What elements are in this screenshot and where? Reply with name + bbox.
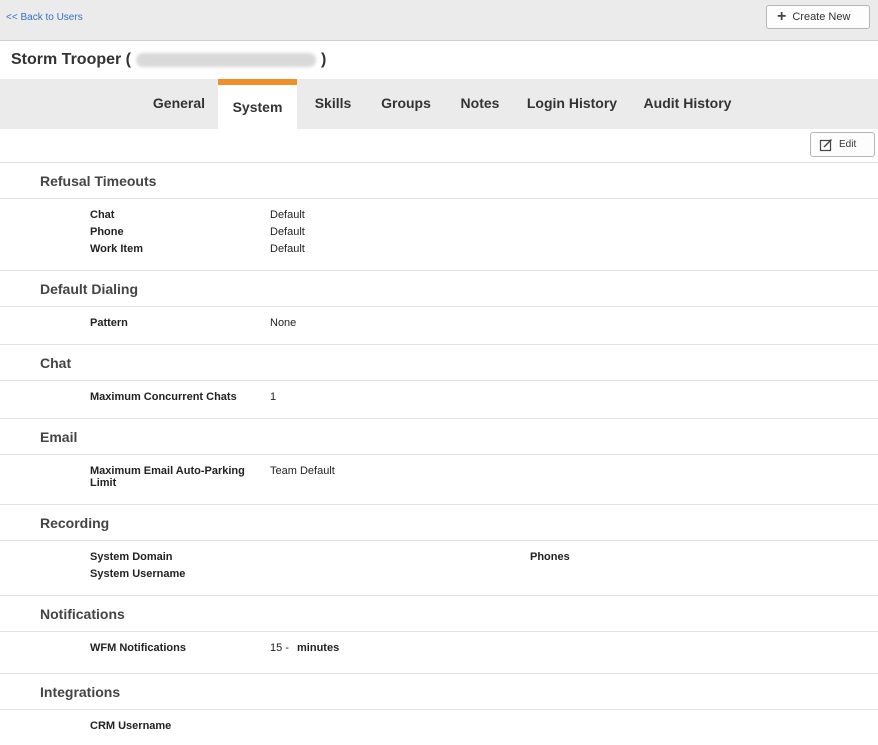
field-label: Work Item	[90, 243, 143, 255]
refusal-timeouts-body: Chat Default Phone Default Work Item Def…	[0, 199, 878, 271]
edit-label: Edit	[839, 139, 857, 150]
create-new-button[interactable]: + Create New	[766, 5, 870, 29]
edit-icon	[819, 138, 832, 151]
content-toolbar: Edit	[0, 129, 878, 163]
field-label: Phone	[90, 226, 124, 238]
tab-bar: General System Skills Groups Notes Login…	[0, 79, 878, 129]
section-title: Recording	[40, 515, 110, 531]
section-title: Email	[40, 429, 78, 445]
tab-audit-history[interactable]: Audit History	[637, 79, 738, 129]
field-value: Default	[270, 209, 305, 221]
create-new-label: Create New	[792, 11, 851, 23]
field-value: None	[270, 317, 297, 329]
phones-label: Phones	[530, 551, 570, 563]
section-title: Refusal Timeouts	[40, 173, 157, 189]
field-label: Maximum Email Auto-Parking Limit	[90, 465, 245, 489]
default-dialing-body: Pattern None	[0, 307, 878, 345]
tab-notes[interactable]: Notes	[452, 79, 508, 129]
tab-skills[interactable]: Skills	[306, 79, 360, 129]
tab-groups[interactable]: Groups	[372, 79, 440, 129]
plus-icon: +	[777, 8, 787, 25]
close-paren: )	[321, 51, 327, 68]
section-title: Integrations	[40, 684, 121, 700]
field-label: Chat	[90, 209, 115, 221]
section-notifications: Notifications	[0, 596, 878, 632]
wfm-notification-value: 15 -	[270, 642, 289, 654]
tab-login-history[interactable]: Login History	[520, 79, 624, 129]
field-label: System Domain	[90, 551, 173, 563]
notifications-body: WFM Notifications 15 - minutes	[0, 632, 878, 674]
field-value: Team Default	[270, 465, 335, 477]
section-title: Notifications	[40, 606, 125, 622]
section-refusal-timeouts: Refusal Timeouts	[0, 163, 878, 199]
field-label: CRM Username	[90, 720, 172, 732]
page-header: Storm Trooper ( )	[0, 41, 878, 79]
field-value: Default	[270, 243, 305, 255]
wfm-notification-unit: minutes	[297, 642, 340, 654]
tab-system[interactable]: System	[218, 79, 297, 129]
field-label: Maximum Concurrent Chats	[90, 391, 237, 403]
chat-body: Maximum Concurrent Chats 1	[0, 381, 878, 419]
section-email: Email	[0, 419, 878, 455]
field-value: 1	[270, 391, 277, 403]
recording-body: System Domain System Username Phones	[0, 541, 878, 596]
redacted-email	[136, 53, 317, 67]
user-name: Storm Trooper (	[11, 51, 132, 68]
field-label: System Username	[90, 568, 186, 580]
top-bar: << Back to Users + Create New	[0, 0, 878, 41]
section-integrations: Integrations	[0, 674, 878, 710]
back-to-users-link[interactable]: << Back to Users	[6, 12, 83, 23]
section-recording: Recording	[0, 505, 878, 541]
field-value: 15 - minutes	[270, 642, 339, 654]
integrations-body: CRM Username	[0, 710, 878, 745]
page-title: Storm Trooper ( )	[11, 51, 326, 69]
section-chat: Chat	[0, 345, 878, 381]
tab-general[interactable]: General	[144, 79, 214, 129]
field-label: Pattern	[90, 317, 128, 329]
edit-button[interactable]: Edit	[810, 132, 875, 157]
field-label: WFM Notifications	[90, 642, 186, 654]
section-title: Chat	[40, 355, 72, 371]
section-title: Default Dialing	[40, 281, 139, 297]
section-default-dialing: Default Dialing	[0, 271, 878, 307]
email-body: Maximum Email Auto-Parking Limit Team De…	[0, 455, 878, 505]
field-value: Default	[270, 226, 305, 238]
